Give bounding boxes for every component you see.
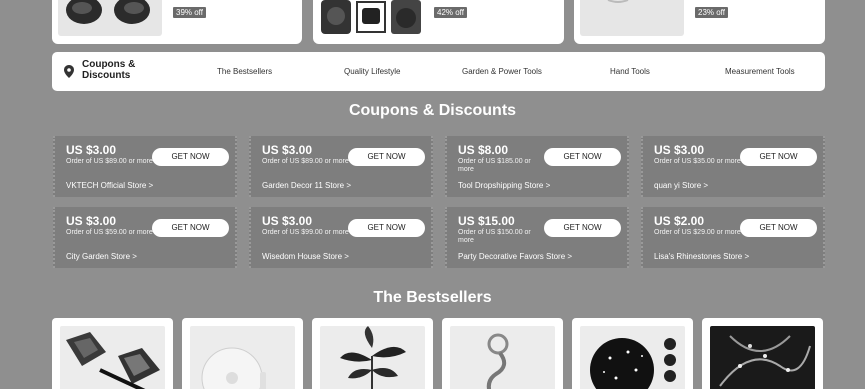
discount-badge: 23% off — [695, 7, 728, 18]
coupon-amount: US $3.00 — [66, 214, 117, 228]
star-projector-icon — [590, 338, 676, 389]
coupon-card[interactable]: US $3.00 Order of US $35.00 or more quan… — [641, 136, 825, 197]
bestseller-product-card[interactable] — [312, 318, 433, 389]
product-thumbnail[interactable] — [580, 0, 684, 36]
bestseller-product-card[interactable] — [702, 318, 823, 389]
get-now-button[interactable]: GET NOW — [152, 219, 229, 237]
potted-plant-icon — [340, 326, 406, 389]
coupon-card[interactable]: US $3.00 Order of US $89.00 or more VKTE… — [53, 136, 237, 197]
coupon-card[interactable]: US $8.00 Order of US $185.00 or more Too… — [445, 136, 629, 197]
nav-item-hand-tools[interactable]: Hand Tools — [610, 67, 650, 76]
product-image[interactable] — [580, 326, 685, 389]
coupon-store-link[interactable]: quan yi Store > — [654, 181, 708, 190]
discount-badge: 39% off — [173, 7, 206, 18]
get-now-button[interactable]: GET NOW — [544, 219, 621, 237]
coupons-section-title: Coupons & Discounts — [348, 102, 517, 119]
nav-item-coupons[interactable]: Coupons & Discounts — [82, 59, 162, 81]
coupon-amount: US $3.00 — [66, 143, 117, 157]
bestseller-product-card[interactable] — [442, 318, 563, 389]
coupon-condition: Order of US $150.00 or more — [458, 229, 531, 244]
get-now-button[interactable]: GET NOW — [348, 219, 425, 237]
coupon-amount: US $15.00 — [458, 214, 515, 228]
discount-badge: 42% off — [434, 7, 467, 18]
coupon-card[interactable]: US $3.00 Order of US $89.00 or more Gard… — [249, 136, 433, 197]
coupon-store-link[interactable]: Wisedom House Store > — [262, 252, 349, 261]
product-image-icon — [607, 0, 629, 3]
coupon-store-link[interactable]: Party Decorative Favors Store > — [458, 252, 572, 261]
product-thumbnail[interactable] — [319, 0, 423, 36]
get-now-button[interactable]: GET NOW — [740, 148, 817, 166]
bestseller-product-card[interactable] — [52, 318, 173, 389]
product-variants-icon — [321, 0, 421, 34]
nav-item-garden-power-tools[interactable]: Garden & Power Tools — [462, 67, 542, 76]
coupon-amount: US $3.00 — [262, 214, 313, 228]
top-product-card[interactable]: 42% off — [313, 0, 564, 44]
coupon-condition: Order of US $89.00 or more — [262, 158, 349, 165]
coupon-condition: Order of US $185.00 or more — [458, 158, 531, 173]
coupon-store-link[interactable]: Lisa's Rhinestones Store > — [654, 252, 749, 261]
coupon-condition: Order of US $99.00 or more — [262, 229, 349, 236]
location-pin-icon — [64, 65, 74, 78]
coupon-card[interactable]: US $15.00 Order of US $150.00 or more Pa… — [445, 207, 629, 268]
coupon-card[interactable]: US $2.00 Order of US $29.00 or more Lisa… — [641, 207, 825, 268]
round-lamp-icon — [201, 347, 266, 389]
product-image[interactable] — [710, 326, 815, 389]
coupon-store-link[interactable]: VKTECH Official Store > — [66, 181, 153, 190]
get-now-button[interactable]: GET NOW — [348, 148, 425, 166]
nav-item-bestsellers[interactable]: The Bestsellers — [217, 67, 272, 76]
coupon-store-link[interactable]: Garden Decor 11 Store > — [262, 181, 351, 190]
category-nav-bar: Coupons & Discounts The Bestsellers Qual… — [52, 52, 825, 91]
coupon-condition: Order of US $59.00 or more — [66, 229, 153, 236]
coupon-card[interactable]: US $3.00 Order of US $59.00 or more City… — [53, 207, 237, 268]
garden-bag-icon — [66, 332, 160, 389]
get-now-button[interactable]: GET NOW — [152, 148, 229, 166]
coupon-card[interactable]: US $3.00 Order of US $99.00 or more Wise… — [249, 207, 433, 268]
light-string-icon — [719, 335, 811, 387]
hammock-icon — [66, 0, 150, 24]
bestseller-product-card[interactable] — [572, 318, 693, 389]
coupon-amount: US $2.00 — [654, 214, 705, 228]
top-product-cards: 39% off 42% off 23% off — [52, 0, 825, 44]
coupon-store-link[interactable]: City Garden Store > — [66, 252, 137, 261]
product-image[interactable] — [190, 326, 295, 389]
flexible-lamp-icon — [486, 333, 509, 389]
bestsellers-section-title: The Bestsellers — [373, 289, 492, 306]
coupon-amount: US $3.00 — [262, 143, 313, 157]
get-now-button[interactable]: GET NOW — [544, 148, 621, 166]
product-image[interactable] — [450, 326, 555, 389]
product-image[interactable] — [60, 326, 165, 389]
bestseller-product-card[interactable] — [182, 318, 303, 389]
top-product-card[interactable]: 23% off — [574, 0, 825, 44]
coupon-condition: Order of US $35.00 or more — [654, 158, 741, 165]
coupon-amount: US $8.00 — [458, 143, 509, 157]
nav-item-quality-lifestyle[interactable]: Quality Lifestyle — [344, 67, 400, 76]
product-thumbnail[interactable] — [58, 0, 162, 36]
nav-item-measurement-tools[interactable]: Measurement Tools — [725, 67, 795, 76]
coupon-condition: Order of US $29.00 or more — [654, 229, 741, 236]
coupon-store-link[interactable]: Tool Dropshipping Store > — [458, 181, 550, 190]
coupon-amount: US $3.00 — [654, 143, 705, 157]
coupon-condition: Order of US $89.00 or more — [66, 158, 153, 165]
top-product-card[interactable]: 39% off — [52, 0, 302, 44]
get-now-button[interactable]: GET NOW — [740, 219, 817, 237]
product-image[interactable] — [320, 326, 425, 389]
